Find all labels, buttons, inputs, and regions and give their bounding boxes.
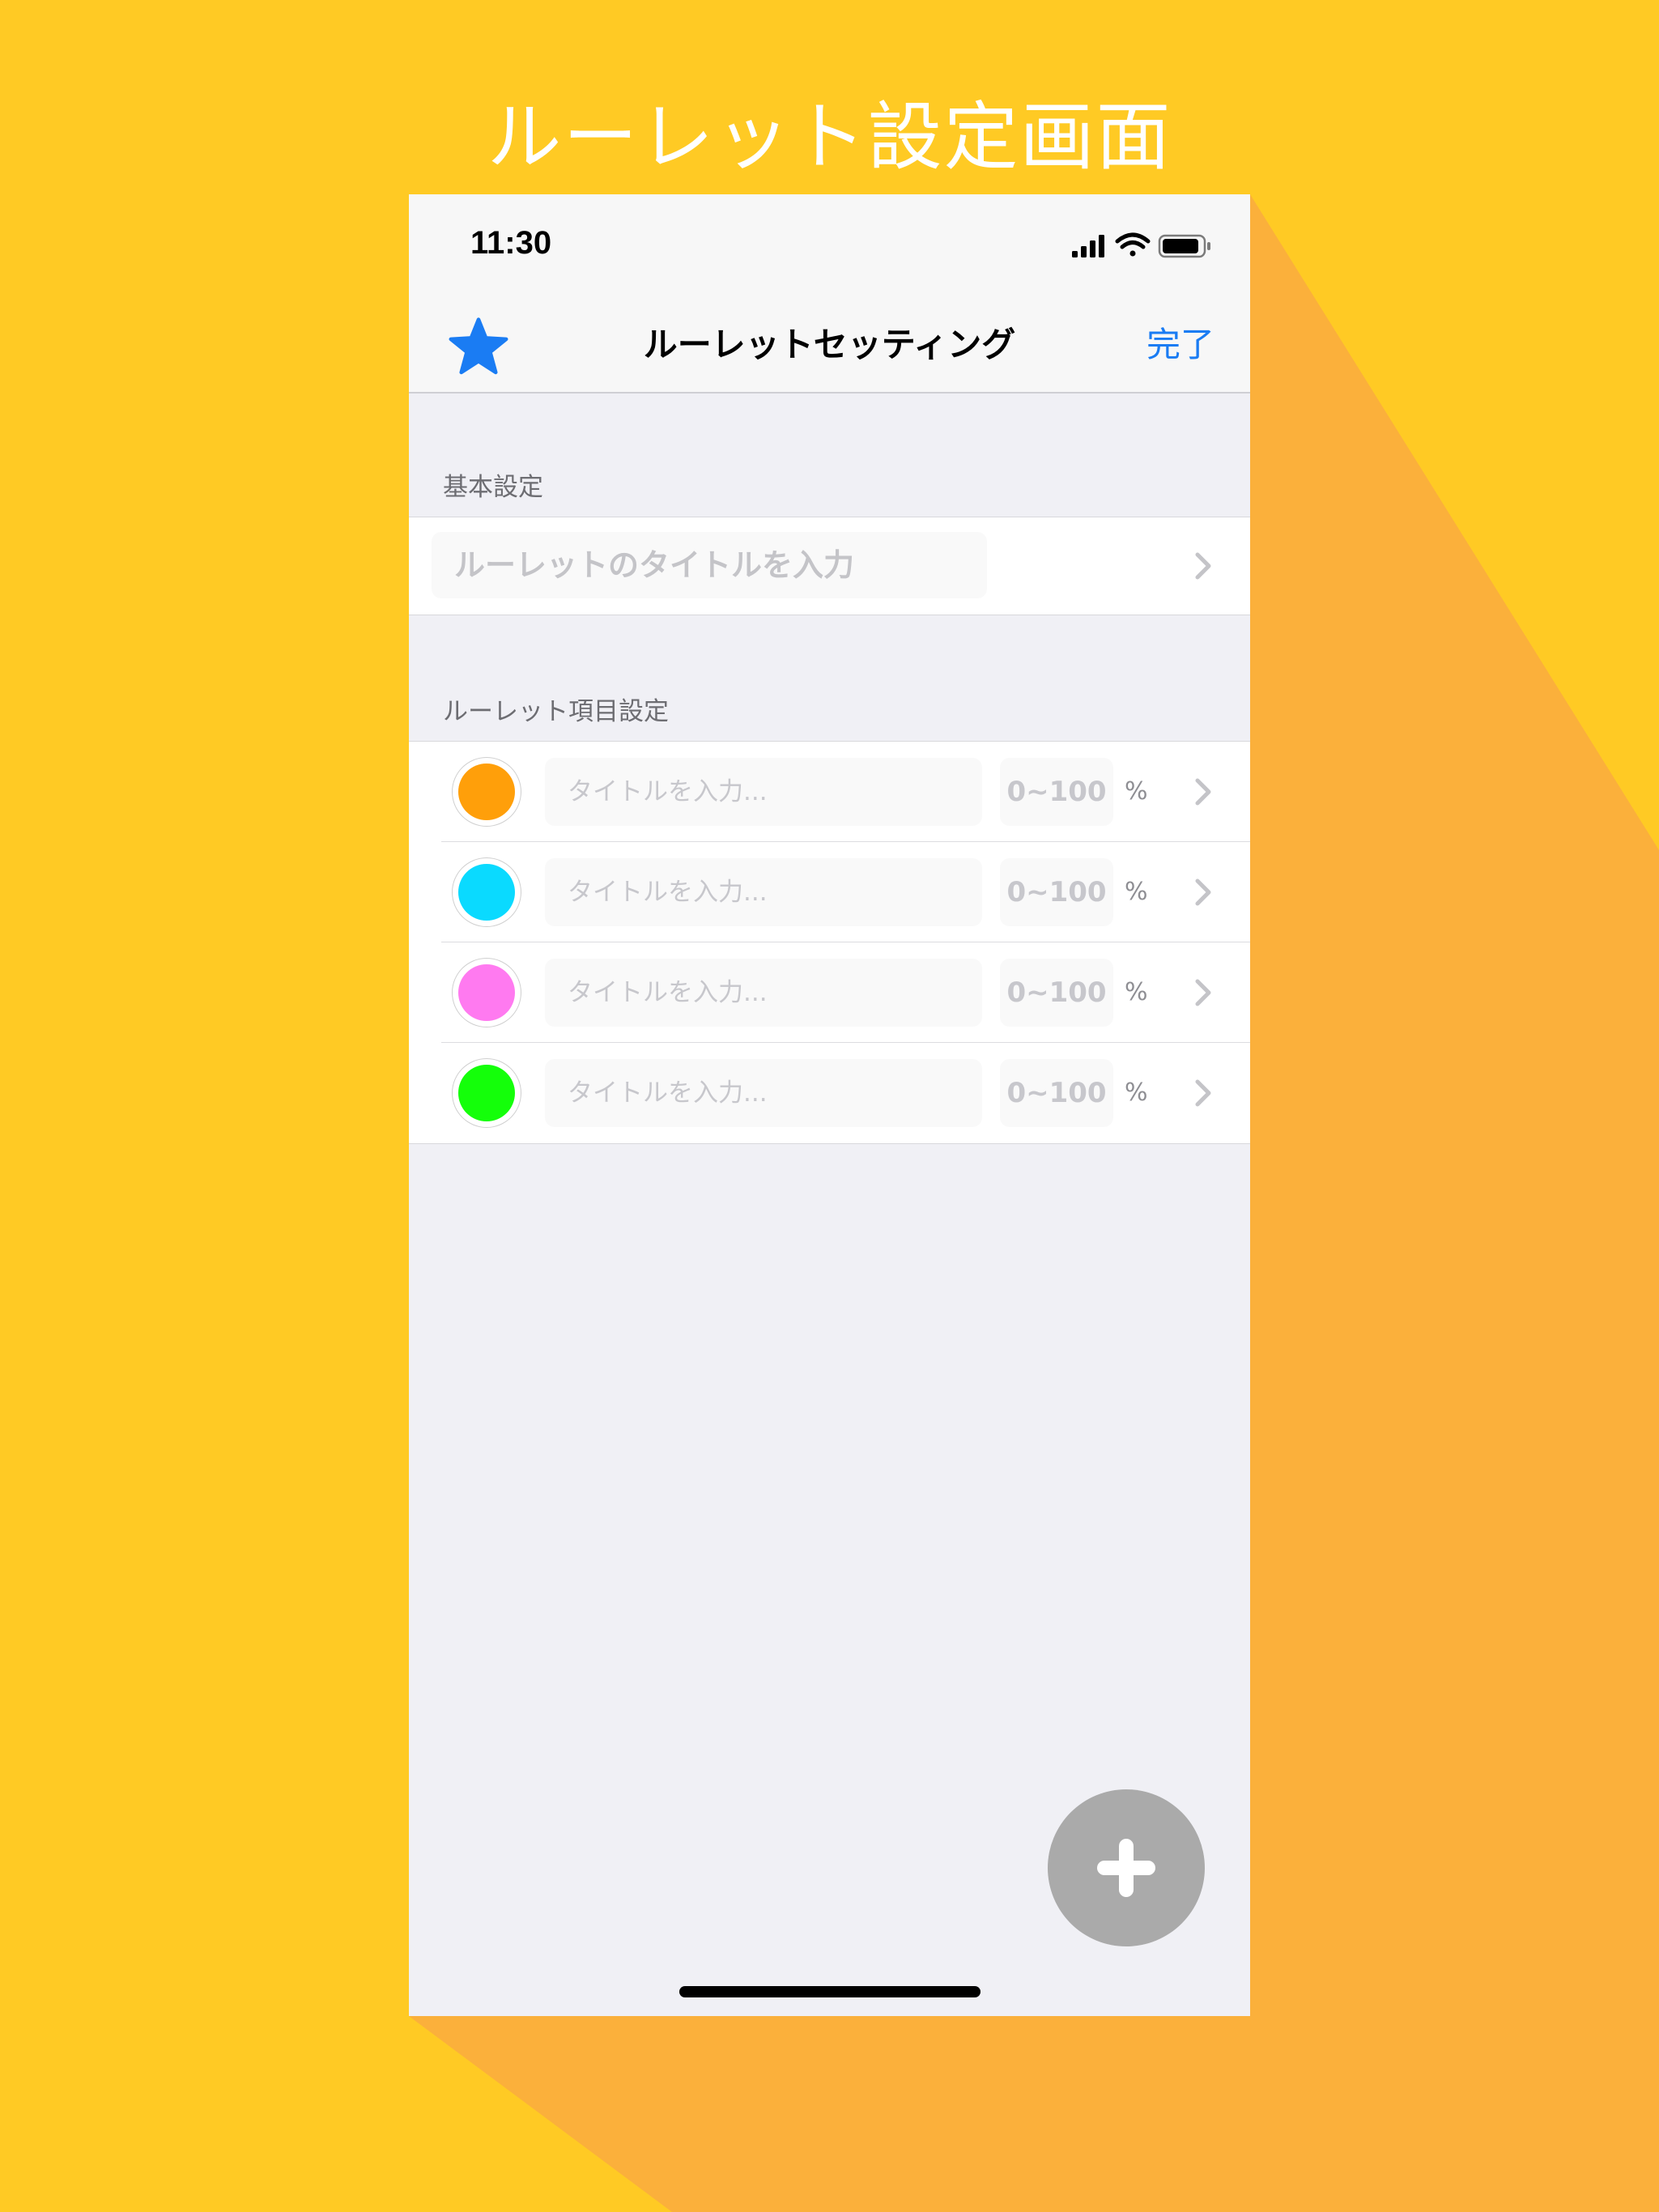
section-header-basic: 基本設定 — [443, 473, 543, 502]
status-bar: 11:30 — [409, 194, 1250, 300]
percent-sign: % — [1125, 978, 1148, 1006]
status-icons — [1072, 232, 1210, 258]
chevron-right-icon[interactable] — [1191, 1077, 1215, 1109]
color-picker-button[interactable] — [453, 758, 521, 826]
add-item-button[interactable] — [1048, 1789, 1205, 1946]
item-percent-input[interactable]: 0~100 — [1000, 959, 1113, 1027]
list-item: タイトルを入力... 0~100 % — [409, 1043, 1250, 1143]
color-picker-button[interactable] — [453, 858, 521, 926]
item-title-input[interactable]: タイトルを入力... — [545, 959, 982, 1027]
chevron-right-icon[interactable] — [1191, 550, 1215, 582]
done-button[interactable]: 完了 — [1146, 300, 1214, 390]
list-item: タイトルを入力... 0~100 % — [409, 942, 1250, 1043]
navigation-bar: ルーレットセッティング 完了 — [409, 300, 1250, 393]
item-percent-input[interactable]: 0~100 — [1000, 858, 1113, 926]
star-icon[interactable] — [448, 316, 509, 377]
battery-icon — [1158, 234, 1210, 258]
phone-screen: 11:30 ルーレットセッティング 完了 基本設定 ルーレットのタイトルを入力 … — [409, 194, 1250, 2016]
list-item: タイトルを入力... 0~100 % — [409, 842, 1250, 942]
color-swatch — [458, 1065, 515, 1121]
home-indicator — [679, 1986, 981, 1997]
status-time: 11:30 — [470, 225, 552, 261]
item-title-input[interactable]: タイトルを入力... — [545, 758, 982, 826]
basic-settings-group: ルーレットのタイトルを入力 — [409, 517, 1250, 615]
signal-icon — [1072, 235, 1104, 257]
color-swatch — [458, 964, 515, 1021]
section-header-items: ルーレット項目設定 — [443, 697, 669, 726]
color-swatch — [458, 764, 515, 820]
percent-sign: % — [1125, 777, 1148, 806]
item-percent-input[interactable]: 0~100 — [1000, 758, 1113, 826]
roulette-items-group: タイトルを入力... 0~100 % タイトルを入力... 0~100 % タイ… — [409, 741, 1250, 1144]
item-title-input[interactable]: タイトルを入力... — [545, 858, 982, 926]
nav-title: ルーレットセッティング — [643, 325, 1016, 364]
roulette-title-input[interactable]: ルーレットのタイトルを入力 — [432, 532, 987, 598]
chevron-right-icon[interactable] — [1191, 776, 1215, 808]
chevron-right-icon[interactable] — [1191, 876, 1215, 908]
percent-sign: % — [1125, 1078, 1148, 1107]
color-picker-button[interactable] — [453, 1059, 521, 1127]
list-item: タイトルを入力... 0~100 % — [409, 742, 1250, 842]
promo-title: ルーレット設定画面 — [487, 94, 1172, 181]
wifi-icon — [1115, 232, 1151, 257]
item-title-input[interactable]: タイトルを入力... — [545, 1059, 982, 1127]
color-swatch — [458, 864, 515, 921]
percent-sign: % — [1125, 878, 1148, 906]
color-picker-button[interactable] — [453, 959, 521, 1027]
chevron-right-icon[interactable] — [1191, 976, 1215, 1009]
item-percent-input[interactable]: 0~100 — [1000, 1059, 1113, 1127]
